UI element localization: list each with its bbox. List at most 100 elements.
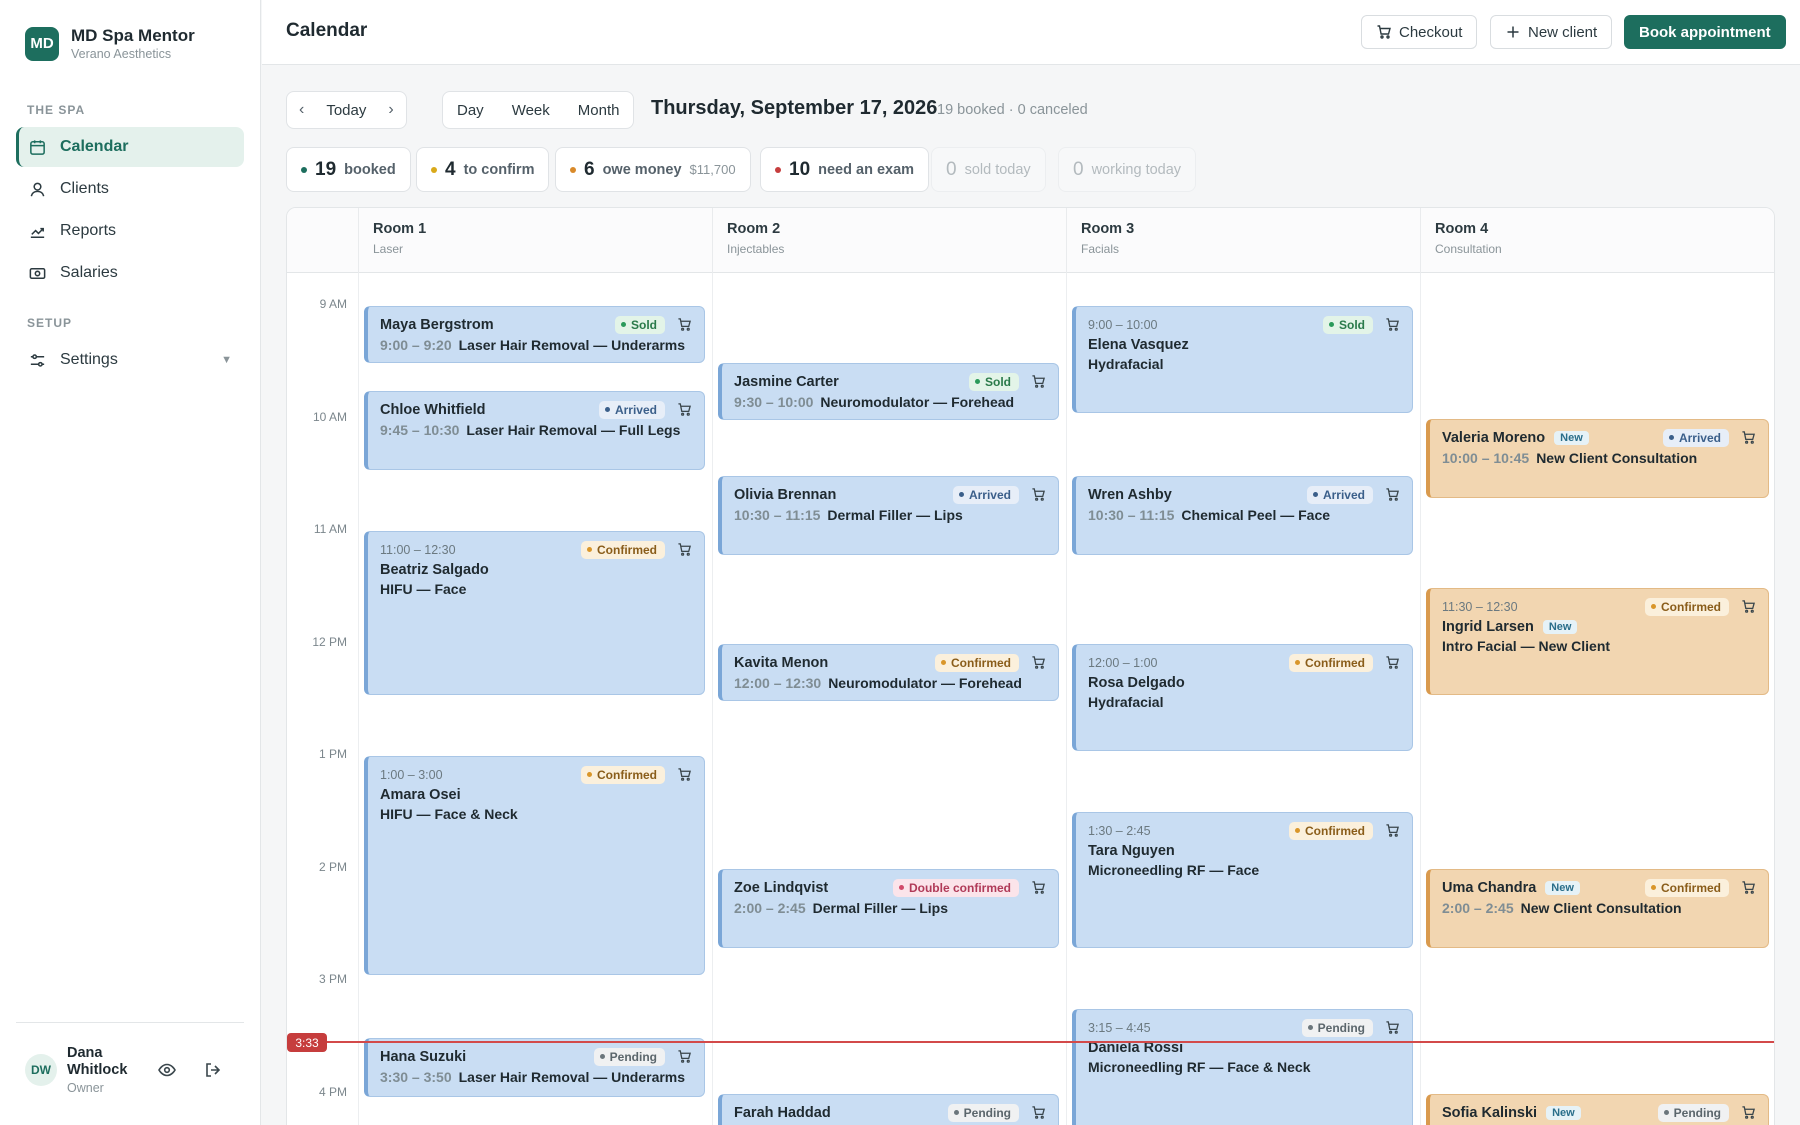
user-role: Owner <box>67 1081 104 1095</box>
cart-icon[interactable] <box>1741 1105 1756 1120</box>
appointment-card[interactable]: Farah Haddad Pending <box>718 1094 1059 1125</box>
eye-icon[interactable] <box>157 1060 177 1080</box>
client-name: Maya Bergstrom <box>380 316 494 333</box>
today-button[interactable]: Today <box>316 92 376 128</box>
service-name: Microneedling RF — Face <box>1088 862 1260 878</box>
service-name: HIFU — Face & Neck <box>380 806 518 822</box>
checkout-button[interactable]: Checkout <box>1361 15 1478 49</box>
book-appointment-button[interactable]: Book appointment <box>1624 15 1786 49</box>
new-client-button[interactable]: New client <box>1490 15 1613 49</box>
brand-logo: MD <box>25 26 59 61</box>
status-badge: Pending <box>947 1103 1019 1122</box>
stat-label: booked <box>344 161 396 178</box>
status-badge: Arrived <box>1662 428 1729 447</box>
appointment-time: 9:45 – 10:30 <box>380 422 460 438</box>
appointment-card[interactable]: Wren Ashby Arrived 10:30 – 11:15 Chemical… <box>1072 476 1413 555</box>
appointment-card[interactable]: 11:30 – 12:30 Confirmed Ingrid Larsen New… <box>1426 588 1769 695</box>
appointment-card[interactable]: Hana Suzuki Pending 3:30 – 3:50 Laser Hai… <box>364 1038 705 1097</box>
day-calendar: Room 1 Laser Room 2 Injectables Room 3 F… <box>286 207 1775 1125</box>
stat-number: 0 <box>1073 158 1084 180</box>
sidebar-item-salaries[interactable]: Salaries <box>16 253 244 293</box>
page-title: Calendar <box>286 20 368 41</box>
sidebar-item-calendar[interactable]: Calendar <box>16 127 244 167</box>
stat-working-today[interactable]: 0 working today <box>1058 147 1197 192</box>
appointment-card[interactable]: 1:00 – 3:00 Confirmed Amara Osei HIFU — … <box>364 756 705 975</box>
client-name: Rosa Delgado <box>1088 675 1185 691</box>
status-dot <box>775 166 781 173</box>
calendar-icon <box>30 139 45 155</box>
appointment-card[interactable]: Maya Bergstrom Sold 9:00 – 9:20 Laser Hai… <box>364 306 705 363</box>
appointment-card[interactable]: 12:00 – 1:00 Confirmed Rosa Delgado Hydr… <box>1072 644 1413 751</box>
stat-booked[interactable]: 19 booked <box>286 147 411 192</box>
appointment-time: 2:00 – 2:45 <box>1442 900 1514 916</box>
tab-month[interactable]: Month <box>564 92 634 128</box>
new-client-badge: New <box>1542 620 1578 634</box>
room-header-2: Room 2 Injectables <box>712 208 1066 273</box>
brand[interactable]: MD MD Spa Mentor Verano Aesthetics <box>25 26 195 61</box>
tab-week[interactable]: Week <box>498 92 564 128</box>
stat-need-exam[interactable]: 10 need an exam <box>760 147 930 192</box>
appointment-card[interactable]: Chloe Whitfield Arrived 9:45 – 10:30 Lase… <box>364 391 705 470</box>
new-client-badge: New <box>1546 1105 1581 1120</box>
cart-icon[interactable] <box>1031 655 1046 670</box>
sidebar-item-settings[interactable]: Settings ▼ <box>16 340 244 380</box>
cart-icon[interactable] <box>1031 487 1046 502</box>
sidebar-item-reports[interactable]: Reports <box>16 211 244 251</box>
cart-icon[interactable] <box>677 767 692 782</box>
appointment-card[interactable]: Sofia Kalinski New Pending <box>1426 1094 1769 1125</box>
cart-icon[interactable] <box>1031 880 1046 895</box>
cart-icon[interactable] <box>1385 823 1400 838</box>
chevron-down-icon: ▼ <box>221 354 232 366</box>
stat-label: owe money <box>602 161 682 178</box>
appointment-card[interactable]: Jasmine Carter Sold 9:30 – 10:00 Neuromod… <box>718 363 1059 420</box>
cart-icon[interactable] <box>677 542 692 557</box>
logout-icon[interactable] <box>203 1060 223 1080</box>
cart-icon[interactable] <box>1031 374 1046 389</box>
cart-icon[interactable] <box>1741 599 1756 614</box>
cart-icon[interactable] <box>677 402 692 417</box>
cart-icon[interactable] <box>1741 880 1756 895</box>
cart-icon[interactable] <box>1385 317 1400 332</box>
appointment-card[interactable]: Kavita Menon Confirmed 12:00 – 12:30 Neur… <box>718 644 1059 701</box>
appointment-card[interactable]: Valeria Moreno New Arrived 10:00 – 10:45… <box>1426 419 1769 498</box>
cart-icon[interactable] <box>1385 487 1400 502</box>
stat-owe-money[interactable]: 6 owe money $11,700 <box>555 147 751 192</box>
cart-icon[interactable] <box>1031 1105 1046 1120</box>
appointment-card[interactable]: 11:00 – 12:30 Confirmed Beatriz Salgado … <box>364 531 705 695</box>
sidebar-item-clients[interactable]: Clients <box>16 169 244 209</box>
service-name: Chemical Peel — Face <box>1181 507 1331 523</box>
appointment-card[interactable]: 3:15 – 4:45 Pending Daniela Rossi Micron… <box>1072 1009 1413 1125</box>
sidebar-item-label: Salaries <box>60 264 118 281</box>
status-badge: Confirmed <box>935 653 1019 672</box>
cart-icon[interactable] <box>1385 1020 1400 1035</box>
chevron-left-icon[interactable]: ‹ <box>287 92 316 128</box>
appointment-time: 3:15 – 4:45 <box>1088 1020 1151 1035</box>
appointment-card[interactable]: 1:30 – 2:45 Confirmed Tara Nguyen Micron… <box>1072 812 1413 948</box>
cart-icon[interactable] <box>677 1049 692 1064</box>
chevron-right-icon[interactable]: › <box>376 92 405 128</box>
appointment-card[interactable]: Olivia Brennan Arrived 10:30 – 11:15 Derm… <box>718 476 1059 555</box>
client-name: Chloe Whitfield <box>380 401 486 418</box>
cart-icon[interactable] <box>677 317 692 332</box>
stat-number: 4 <box>445 158 456 180</box>
appointment-card[interactable]: Uma Chandra New Confirmed 2:00 – 2:45 New… <box>1426 869 1769 948</box>
stat-to-confirm[interactable]: 4 to confirm <box>416 147 550 192</box>
column-divider <box>1066 273 1067 1125</box>
room-name: Room 1 <box>373 221 427 237</box>
appointment-time: 10:30 – 11:15 <box>734 507 821 523</box>
appointment-card[interactable]: 9:00 – 10:00 Sold Elena Vasquez Hydrafac… <box>1072 306 1413 413</box>
cart-icon[interactable] <box>1741 430 1756 445</box>
stat-label: sold today <box>964 161 1031 178</box>
tab-day[interactable]: Day <box>443 92 498 128</box>
time-label: 1 PM <box>318 747 347 761</box>
stat-sold-today[interactable]: 0 sold today <box>931 147 1046 192</box>
booking-summary: 19 booked · 0 canceled <box>937 102 1088 118</box>
service-name: Dermal Filler — Lips <box>812 900 948 916</box>
sidebar-item-label: Calendar <box>60 138 129 155</box>
time-label: 9 AM <box>319 297 347 311</box>
chart-icon <box>30 227 45 238</box>
service-name: New Client Consultation <box>1520 900 1682 916</box>
appointment-card[interactable]: Zoe Lindqvist Double confirmed 2:00 – 2:… <box>718 869 1059 948</box>
client-name: Beatriz Salgado <box>380 562 489 578</box>
cart-icon[interactable] <box>1385 655 1400 670</box>
